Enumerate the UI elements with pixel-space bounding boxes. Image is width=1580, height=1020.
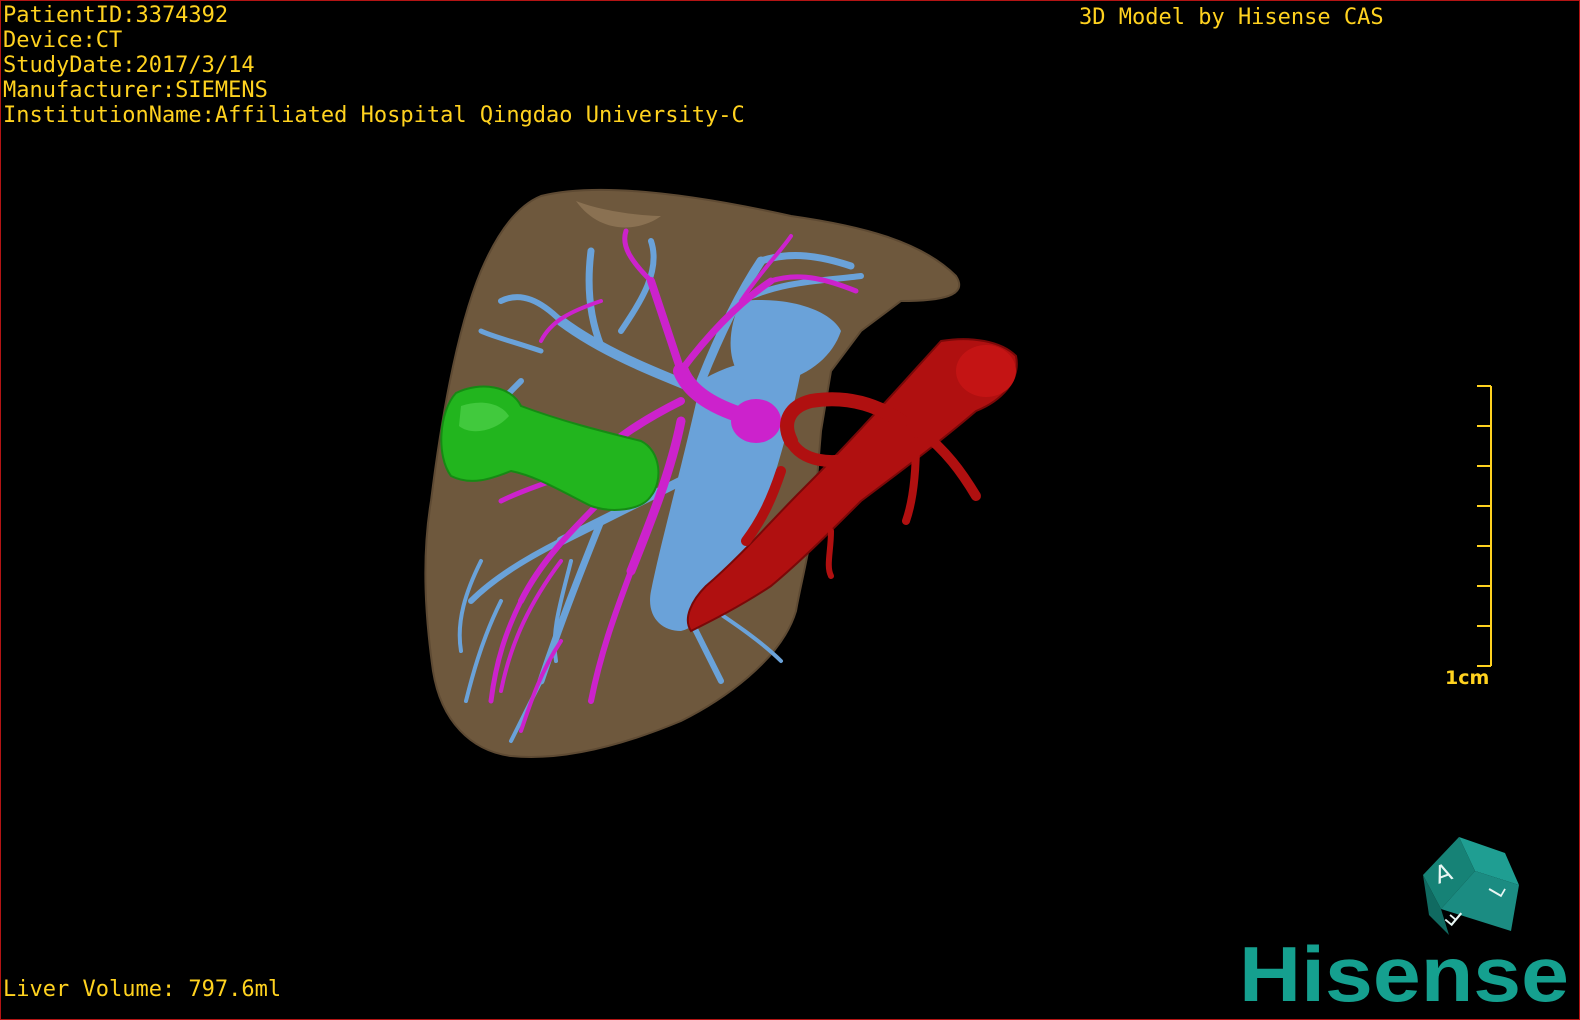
patient-id: PatientID:3374392 bbox=[3, 3, 229, 28]
dicom-info-block: PatientID:3374392 Device:CT StudyDate:20… bbox=[3, 3, 745, 128]
liver-volume: Liver Volume: 797.6ml bbox=[3, 977, 282, 1002]
orientation-cube[interactable]: A F L bbox=[1419, 835, 1523, 939]
device: Device:CT bbox=[3, 28, 123, 53]
aorta-cap bbox=[956, 345, 1016, 397]
scale-label: 1cm bbox=[1445, 667, 1490, 689]
liver-3d-model[interactable] bbox=[1, 1, 1579, 1019]
scale-ticks bbox=[1477, 385, 1491, 667]
hisense-logo: Hisense bbox=[1239, 939, 1569, 1009]
hisense-logo-text: Hisense bbox=[1239, 939, 1569, 1009]
institution-name: InstitutionName:Affiliated Hospital Qing… bbox=[3, 103, 745, 128]
model-credit: 3D Model by Hisense CAS bbox=[1079, 5, 1384, 30]
hepatic-artery-node bbox=[731, 399, 781, 443]
3d-render-viewport[interactable]: PatientID:3374392 Device:CT StudyDate:20… bbox=[0, 0, 1580, 1020]
manufacturer: Manufacturer:SIEMENS bbox=[3, 78, 268, 103]
study-date: StudyDate:2017/3/14 bbox=[3, 53, 255, 78]
scale-bar bbox=[1477, 385, 1492, 667]
